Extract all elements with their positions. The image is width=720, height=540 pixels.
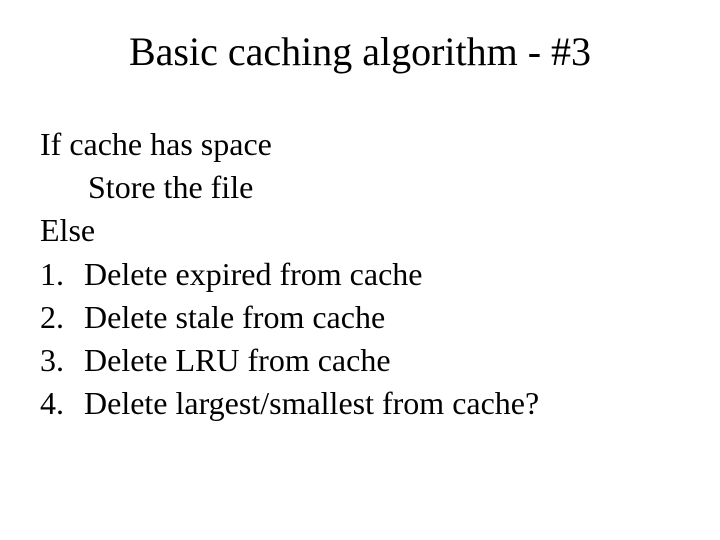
slide-title: Basic caching algorithm - #3 bbox=[40, 28, 680, 75]
step-number: 4. bbox=[40, 382, 84, 425]
step-text: Delete largest/smallest from cache? bbox=[84, 382, 539, 425]
slide: Basic caching algorithm - #3 If cache ha… bbox=[0, 0, 720, 540]
step-number: 3. bbox=[40, 339, 84, 382]
step-text: Delete expired from cache bbox=[84, 253, 422, 296]
slide-body: If cache has space Store the file Else 1… bbox=[40, 123, 680, 425]
if-line: If cache has space bbox=[40, 123, 680, 166]
step-row: 2. Delete stale from cache bbox=[40, 296, 680, 339]
step-row: 3. Delete LRU from cache bbox=[40, 339, 680, 382]
step-number: 2. bbox=[40, 296, 84, 339]
else-line: Else bbox=[40, 209, 680, 252]
step-text: Delete LRU from cache bbox=[84, 339, 391, 382]
step-row: 1. Delete expired from cache bbox=[40, 253, 680, 296]
step-text: Delete stale from cache bbox=[84, 296, 385, 339]
store-line: Store the file bbox=[40, 166, 680, 209]
step-row: 4. Delete largest/smallest from cache? bbox=[40, 382, 680, 425]
step-number: 1. bbox=[40, 253, 84, 296]
